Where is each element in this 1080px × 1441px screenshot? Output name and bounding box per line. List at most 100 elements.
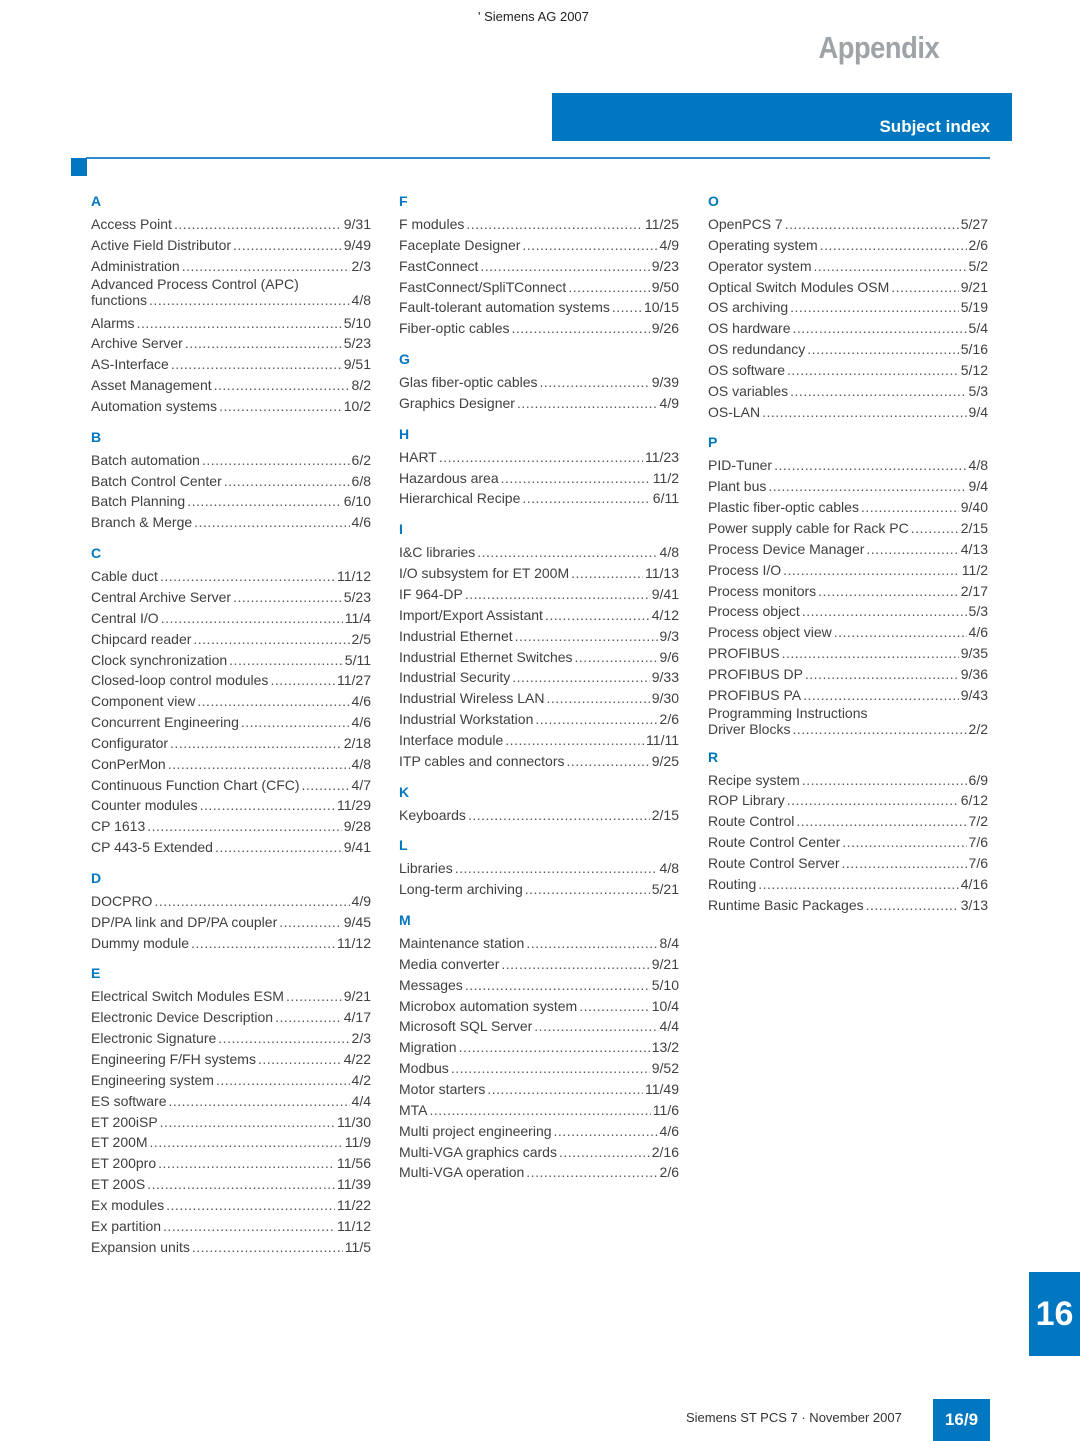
index-entry[interactable]: Archive Server 5/23	[91, 333, 371, 354]
index-entry[interactable]: Closed-loop control modules 11/27	[91, 670, 371, 691]
index-entry[interactable]: CP 1613 9/28	[91, 816, 371, 837]
index-entry[interactable]: Expansion units 11/5	[91, 1237, 371, 1258]
index-entry[interactable]: Process Device Manager 4/13	[708, 539, 988, 560]
index-entry[interactable]: Keyboards 2/15	[399, 805, 679, 826]
index-entry[interactable]: ET 200iSP 11/30	[91, 1112, 371, 1133]
index-entry[interactable]: Cable duct 11/12	[91, 566, 371, 587]
index-entry[interactable]: Ex modules 11/22	[91, 1195, 371, 1216]
index-entry[interactable]: Continuous Function Chart (CFC) 4/7	[91, 775, 371, 796]
index-entry[interactable]: ET 200pro 11/56	[91, 1153, 371, 1174]
index-entry[interactable]: Electronic Signature 2/3	[91, 1028, 371, 1049]
index-entry[interactable]: Active Field Distributor 9/49	[91, 235, 371, 256]
index-entry[interactable]: I&C libraries 4/8	[399, 542, 679, 563]
index-entry[interactable]: Industrial Wireless LAN 9/30	[399, 688, 679, 709]
index-entry[interactable]: ROP Library 6/12	[708, 790, 988, 811]
index-entry[interactable]: Engineering system 4/2	[91, 1070, 371, 1091]
index-entry[interactable]: OS variables 5/3	[708, 381, 988, 402]
index-entry[interactable]: Power supply cable for Rack PC 2/15	[708, 518, 988, 539]
index-entry[interactable]: Plant bus 9/4	[708, 476, 988, 497]
index-entry[interactable]: PID-Tuner 4/8	[708, 455, 988, 476]
index-entry[interactable]: Asset Management 8/2	[91, 375, 371, 396]
index-entry[interactable]: ET 200S 11/39	[91, 1174, 371, 1195]
index-entry[interactable]: OS archiving 5/19	[708, 297, 988, 318]
index-entry[interactable]: Route Control Server 7/6	[708, 853, 988, 874]
index-entry[interactable]: OS redundancy 5/16	[708, 339, 988, 360]
index-entry[interactable]: Electronic Device Description 4/17	[91, 1007, 371, 1028]
index-entry[interactable]: Motor starters 11/49	[399, 1079, 679, 1100]
index-entry[interactable]: CP 443-5 Extended 9/41	[91, 837, 371, 858]
index-entry[interactable]: Modbus 9/52	[399, 1058, 679, 1079]
index-entry[interactable]: PROFIBUS 9/35	[708, 643, 988, 664]
index-entry[interactable]: Administration 2/3	[91, 256, 371, 277]
index-entry[interactable]: Batch Planning 6/10	[91, 491, 371, 512]
index-entry[interactable]: Access Point 9/31	[91, 214, 371, 235]
index-entry[interactable]: Central I/O 11/4	[91, 608, 371, 629]
index-entry[interactable]: Dummy module 11/12	[91, 933, 371, 954]
index-entry[interactable]: Industrial Security 9/33	[399, 667, 679, 688]
index-entry[interactable]: Graphics Designer 4/9	[399, 393, 679, 414]
index-entry[interactable]: Concurrent Engineering 4/6	[91, 712, 371, 733]
index-entry[interactable]: Process object 5/3	[708, 601, 988, 622]
index-entry[interactable]: ET 200M 11/9	[91, 1132, 371, 1153]
index-entry[interactable]: Hazardous area 11/2	[399, 468, 679, 489]
index-entry[interactable]: OS software 5/12	[708, 360, 988, 381]
index-entry[interactable]: F modules 11/25	[399, 214, 679, 235]
index-entry[interactable]: Industrial Workstation 2/6	[399, 709, 679, 730]
index-entry[interactable]: Hierarchical Recipe 6/11	[399, 488, 679, 509]
index-entry[interactable]: DP/PA link and DP/PA coupler 9/45	[91, 912, 371, 933]
index-entry[interactable]: OpenPCS 7 5/27	[708, 214, 988, 235]
index-entry[interactable]: Interface module 11/11	[399, 730, 679, 751]
index-entry[interactable]: Automation systems 10/2	[91, 396, 371, 417]
index-entry[interactable]: Engineering F/FH systems 4/22	[91, 1049, 371, 1070]
index-entry[interactable]: Fiber-optic cables 9/26	[399, 318, 679, 339]
index-entry[interactable]: I/O subsystem for ET 200M 11/13	[399, 563, 679, 584]
index-entry[interactable]: Plastic fiber-optic cables 9/40	[708, 497, 988, 518]
index-entry[interactable]: Batch automation 6/2	[91, 450, 371, 471]
index-entry[interactable]: PROFIBUS DP 9/36	[708, 664, 988, 685]
index-entry[interactable]: Programming InstructionsDriver Blocks 2/2	[708, 705, 988, 737]
index-entry[interactable]: Multi project engineering 4/6	[399, 1121, 679, 1142]
index-entry[interactable]: IF 964-DP 9/41	[399, 584, 679, 605]
index-entry[interactable]: HART 11/23	[399, 447, 679, 468]
index-entry[interactable]: Batch Control Center 6/8	[91, 471, 371, 492]
index-entry[interactable]: Maintenance station 8/4	[399, 933, 679, 954]
index-entry[interactable]: OS hardware 5/4	[708, 318, 988, 339]
chapter-tab[interactable]: 16	[1029, 1272, 1080, 1356]
index-entry[interactable]: Faceplate Designer 4/9	[399, 235, 679, 256]
index-entry[interactable]: MTA 11/6	[399, 1100, 679, 1121]
index-entry[interactable]: ES software 4/4	[91, 1091, 371, 1112]
index-entry[interactable]: Optical Switch Modules OSM 9/21	[708, 277, 988, 298]
index-entry[interactable]: Advanced Process Control (APC)functions 4…	[91, 276, 371, 308]
index-entry[interactable]: Runtime Basic Packages 3/13	[708, 895, 988, 916]
index-entry[interactable]: Alarms 5/10	[91, 313, 371, 334]
index-entry[interactable]: Central Archive Server 5/23	[91, 587, 371, 608]
index-entry[interactable]: Multi-VGA graphics cards 2/16	[399, 1142, 679, 1163]
index-entry[interactable]: Import/Export Assistant 4/12	[399, 605, 679, 626]
index-entry[interactable]: OS-LAN 9/4	[708, 402, 988, 423]
index-entry[interactable]: Counter modules 11/29	[91, 795, 371, 816]
index-entry[interactable]: Migration 13/2	[399, 1037, 679, 1058]
index-entry[interactable]: Libraries 4/8	[399, 858, 679, 879]
index-entry[interactable]: Configurator 2/18	[91, 733, 371, 754]
index-entry[interactable]: Multi-VGA operation 2/6	[399, 1162, 679, 1183]
index-entry[interactable]: Component view 4/6	[91, 691, 371, 712]
index-entry[interactable]: Fault-tolerant automation systems 10/15	[399, 297, 679, 318]
index-entry[interactable]: Messages 5/10	[399, 975, 679, 996]
index-entry[interactable]: AS-Interface 9/51	[91, 354, 371, 375]
index-entry[interactable]: Chipcard reader 2/5	[91, 629, 371, 650]
index-entry[interactable]: FastConnect/SpliTConnect 9/50	[399, 277, 679, 298]
index-entry[interactable]: Ex partition 11/12	[91, 1216, 371, 1237]
index-entry[interactable]: Operator system 5/2	[708, 256, 988, 277]
index-entry[interactable]: ConPerMon 4/8	[91, 754, 371, 775]
index-entry[interactable]: Process I/O 11/2	[708, 560, 988, 581]
index-entry[interactable]: Media converter 9/21	[399, 954, 679, 975]
index-entry[interactable]: Glas fiber-optic cables 9/39	[399, 372, 679, 393]
index-entry[interactable]: Microsoft SQL Server 4/4	[399, 1016, 679, 1037]
index-entry[interactable]: Long-term archiving 5/21	[399, 879, 679, 900]
index-entry[interactable]: ITP cables and connectors 9/25	[399, 751, 679, 772]
index-entry[interactable]: Routing 4/16	[708, 874, 988, 895]
index-entry[interactable]: Industrial Ethernet Switches 9/6	[399, 647, 679, 668]
index-entry[interactable]: Process monitors 2/17	[708, 581, 988, 602]
index-entry[interactable]: PROFIBUS PA 9/43	[708, 685, 988, 706]
index-entry[interactable]: Process object view 4/6	[708, 622, 988, 643]
